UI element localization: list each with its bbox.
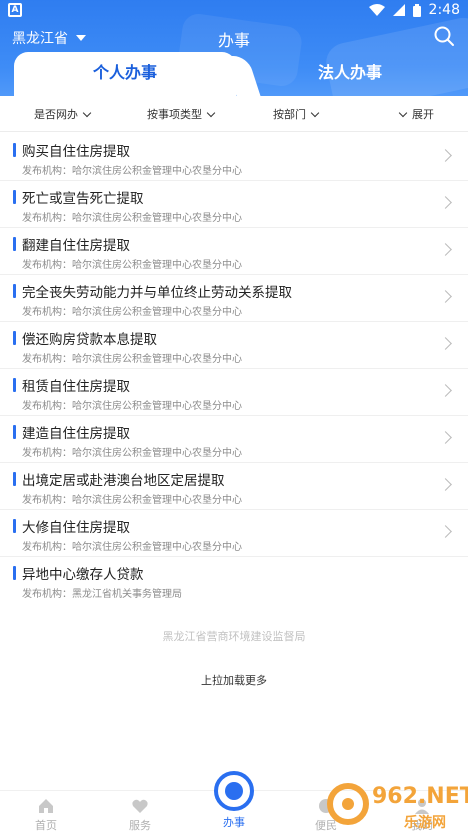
- item-org: 发布机构：哈尔滨住房公积金管理中心农垦分中心: [22, 307, 242, 318]
- item-marker: [13, 143, 16, 157]
- tab-bar: 个人办事 法人办事: [14, 52, 454, 96]
- battery-icon: [412, 3, 421, 17]
- filter-dept-label: 按部门: [273, 108, 306, 121]
- watermark-sub: 乐游网: [404, 815, 446, 831]
- divider: [0, 131, 468, 132]
- item-org: 发布机构：哈尔滨住房公积金管理中心农垦分中心: [22, 260, 242, 271]
- watermark-logo-icon: [327, 783, 369, 825]
- item-org: 发布机构：哈尔滨住房公积金管理中心农垦分中心: [22, 354, 242, 365]
- item-title: 翻建自住住房提取: [22, 238, 130, 254]
- list-item[interactable]: 异地中心缴存人贷款 发布机构：黑龙江省机关事务管理局: [0, 557, 468, 604]
- filter-expand-label: 展开: [412, 108, 434, 121]
- service-list: 购买自住住房提取 发布机构：哈尔滨住房公积金管理中心农垦分中心 死亡或宣告死亡提…: [0, 134, 468, 604]
- list-item[interactable]: 完全丧失劳动能力并与单位终止劳动关系提取 发布机构：哈尔滨住房公积金管理中心农垦…: [0, 275, 468, 322]
- filter-expand[interactable]: 展开: [398, 106, 434, 122]
- chevron-down-icon: [310, 108, 320, 117]
- load-more-hint: 上拉加载更多: [201, 674, 267, 687]
- affairs-icon: [214, 771, 254, 811]
- item-title: 出境定居或赴港澳台地区定居提取: [22, 473, 225, 489]
- item-title: 完全丧失劳动能力并与单位终止劳动关系提取: [22, 285, 292, 301]
- item-title: 异地中心缴存人贷款: [22, 567, 144, 583]
- nav-home[interactable]: 首页: [16, 797, 76, 832]
- item-marker: [13, 378, 16, 392]
- chevron-down-icon: [206, 108, 216, 117]
- tab-personal[interactable]: 个人办事: [14, 52, 236, 96]
- chevron-right-icon: [439, 290, 452, 303]
- list-item[interactable]: 购买自住住房提取 发布机构：哈尔滨住房公积金管理中心农垦分中心: [0, 134, 468, 181]
- list-item[interactable]: 建造自住住房提取 发布机构：哈尔滨住房公积金管理中心农垦分中心: [0, 416, 468, 463]
- item-org: 发布机构：哈尔滨住房公积金管理中心农垦分中心: [22, 495, 242, 506]
- item-title: 租赁自住住房提取: [22, 379, 130, 395]
- item-marker: [13, 425, 16, 439]
- home-icon: [39, 799, 53, 813]
- list-item[interactable]: 大修自住住房提取 发布机构：哈尔滨住房公积金管理中心农垦分中心: [0, 510, 468, 557]
- chevron-right-icon: [439, 478, 452, 491]
- chevron-down-icon: [82, 108, 92, 117]
- item-title: 购买自住住房提取: [22, 144, 130, 160]
- heart-icon: [132, 799, 148, 813]
- item-marker: [13, 331, 16, 345]
- chevron-right-icon: [439, 337, 452, 350]
- tab-legal[interactable]: 法人办事: [246, 52, 454, 94]
- item-marker: [13, 566, 16, 580]
- list-item[interactable]: 死亡或宣告死亡提取 发布机构：哈尔滨住房公积金管理中心农垦分中心: [0, 181, 468, 228]
- item-title: 建造自住住房提取: [22, 426, 130, 442]
- filter-type-label: 按事项类型: [147, 108, 202, 121]
- nav-service-label: 服务: [129, 819, 151, 832]
- page-title: 办事: [217, 31, 250, 50]
- nav-affairs[interactable]: 办事: [204, 771, 264, 830]
- item-marker: [13, 519, 16, 533]
- item-marker: [13, 472, 16, 486]
- item-marker: [13, 284, 16, 298]
- item-org: 发布机构：哈尔滨住房公积金管理中心农垦分中心: [22, 213, 242, 224]
- item-org: 发布机构：哈尔滨住房公积金管理中心农垦分中心: [22, 542, 242, 553]
- list-item[interactable]: 出境定居或赴港澳台地区定居提取 发布机构：哈尔滨住房公积金管理中心农垦分中心: [0, 463, 468, 510]
- search-icon[interactable]: [432, 24, 456, 48]
- nav-service[interactable]: 服务: [110, 797, 170, 832]
- item-org: 发布机构：哈尔滨住房公积金管理中心农垦分中心: [22, 401, 242, 412]
- item-marker: [13, 237, 16, 251]
- filter-type[interactable]: 按事项类型: [147, 106, 216, 122]
- chevron-right-icon: [439, 149, 452, 162]
- list-item[interactable]: 偿还购房贷款本息提取 发布机构：哈尔滨住房公积金管理中心农垦分中心: [0, 322, 468, 369]
- nav-affairs-label: 办事: [223, 816, 245, 829]
- filter-online-label: 是否网办: [34, 108, 78, 121]
- status-bar: A 2:48: [0, 0, 468, 22]
- signal-icon: [392, 4, 405, 16]
- item-title: 死亡或宣告死亡提取: [22, 191, 144, 207]
- item-org: 发布机构：哈尔滨住房公积金管理中心农垦分中心: [22, 166, 242, 177]
- list-item[interactable]: 翻建自住住房提取 发布机构：哈尔滨住房公积金管理中心农垦分中心: [0, 228, 468, 275]
- chevron-down-icon: [398, 108, 408, 117]
- watermark: 962.NET 乐游网: [320, 778, 468, 832]
- item-title: 偿还购房贷款本息提取: [22, 332, 157, 348]
- filter-bar: 是否网办 按事项类型 按部门 展开: [0, 96, 468, 132]
- item-marker: [13, 190, 16, 204]
- chevron-right-icon: [439, 525, 452, 538]
- filter-dept[interactable]: 按部门: [273, 106, 320, 122]
- top-bar: 黑龙江省 办事: [0, 22, 468, 52]
- status-time: 2:48: [428, 2, 460, 18]
- chevron-right-icon: [439, 384, 452, 397]
- app-notification-icon: A: [8, 3, 22, 17]
- chevron-right-icon: [439, 431, 452, 444]
- list-item[interactable]: 租赁自住住房提取 发布机构：哈尔滨住房公积金管理中心农垦分中心: [0, 369, 468, 416]
- item-org: 发布机构：哈尔滨住房公积金管理中心农垦分中心: [22, 448, 242, 459]
- filter-online[interactable]: 是否网办: [34, 106, 92, 122]
- watermark-brand: 962.NET: [372, 784, 468, 809]
- item-org: 发布机构：黑龙江省机关事务管理局: [22, 589, 182, 600]
- wifi-icon: [368, 4, 385, 16]
- chevron-right-icon: [439, 196, 452, 209]
- chevron-right-icon: [439, 243, 452, 256]
- nav-home-label: 首页: [35, 819, 57, 832]
- item-title: 大修自住住房提取: [22, 520, 130, 536]
- footer-organization: 黑龙江省营商环境建设监督局: [162, 630, 306, 643]
